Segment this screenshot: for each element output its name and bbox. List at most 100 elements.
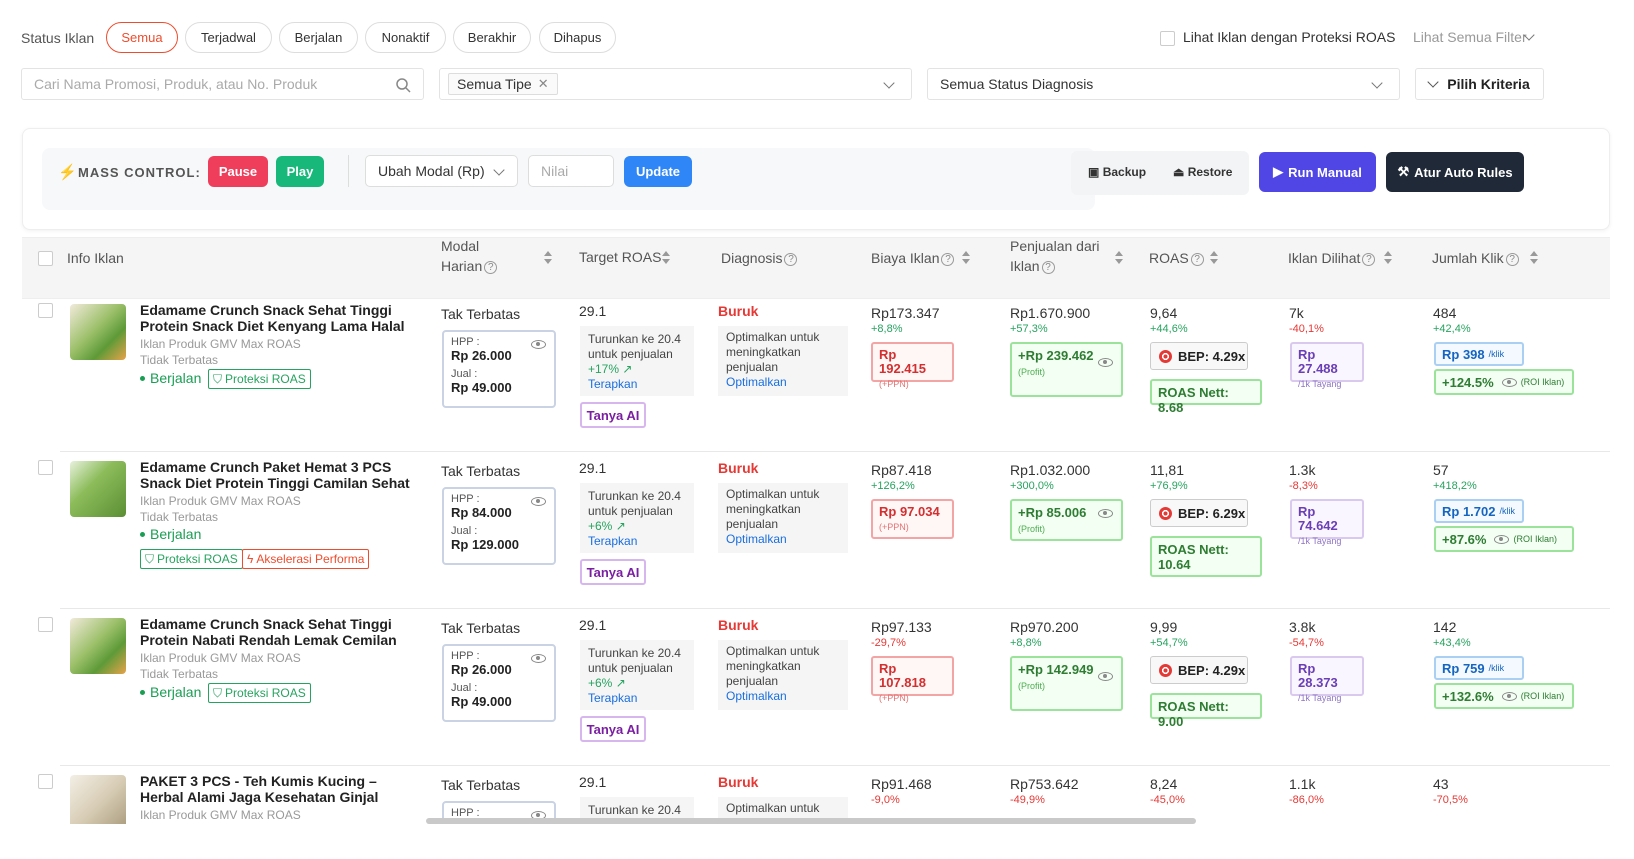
restore-button[interactable]: ⏏ Restore <box>1173 165 1232 179</box>
product-image[interactable] <box>70 461 126 517</box>
ad-type: Iklan Produk GMV Max ROAS <box>140 808 301 822</box>
target-icon <box>1159 506 1172 520</box>
eye-icon[interactable] <box>1501 691 1517 701</box>
modal-select[interactable]: Ubah Modal (Rp) <box>365 155 518 187</box>
product-title[interactable]: Edamame Crunch Snack Sehat Tinggi Protei… <box>140 616 420 648</box>
pill-nonaktif[interactable]: Nonaktif <box>365 22 446 53</box>
klik-pct: +418,2% <box>1433 480 1477 492</box>
backup-button[interactable]: ▣ Backup <box>1088 165 1146 179</box>
jual-label: Jual : <box>451 368 478 380</box>
modal-value: Tak Terbatas <box>441 463 521 479</box>
pill-terjadwal[interactable]: Terjadwal <box>185 22 272 53</box>
apply-link[interactable]: Terapkan <box>588 377 637 391</box>
header-klik[interactable]: Jumlah Klik? <box>1432 248 1519 268</box>
klik-value: 484 <box>1433 305 1457 321</box>
help-icon: ? <box>1041 260 1055 274</box>
update-button[interactable]: Update <box>624 156 692 187</box>
upload-icon: ⏏ <box>1173 165 1185 179</box>
roas-protection-badge: ⛉ Proteksi ROAS <box>140 549 243 569</box>
ppn-note: (+PPN) <box>879 693 909 703</box>
cpm-note: /1k Tayang <box>1298 536 1342 546</box>
product-image[interactable] <box>70 618 126 674</box>
apply-link[interactable]: Terapkan <box>588 534 637 548</box>
penjualan-pct: +57,3% <box>1010 323 1048 335</box>
select-all-checkbox[interactable] <box>38 251 53 266</box>
product-image[interactable] <box>70 775 126 831</box>
row-checkbox[interactable] <box>38 617 53 632</box>
type-chip[interactable]: Semua Tipe ✕ <box>448 73 558 95</box>
apply-link[interactable]: Terapkan <box>588 691 637 705</box>
pill-dihapus[interactable]: Dihapus <box>539 22 616 53</box>
status-badge: Berjalan <box>140 526 201 542</box>
eye-icon[interactable] <box>1098 672 1113 681</box>
header-penjualan[interactable]: Penjualan dari Iklan? <box>1010 236 1100 276</box>
ask-ai-button[interactable]: Tanya AI <box>580 716 646 742</box>
eye-icon[interactable] <box>531 654 546 663</box>
help-icon: ? <box>784 252 798 266</box>
eye-icon[interactable] <box>1494 534 1510 544</box>
eye-icon[interactable] <box>531 340 546 349</box>
target-suggestion: Turunkan ke 20.4 untuk penjualan +6% ↗ T… <box>580 640 694 710</box>
pill-berakhir[interactable]: Berakhir <box>453 22 531 53</box>
header-biaya[interactable]: Biaya Iklan? <box>871 248 955 268</box>
target-suggestion: Turunkan ke 20.4 untuk penjualan +6% ↗ T… <box>580 483 694 553</box>
target-roas: 29.1 <box>579 460 607 476</box>
eye-icon[interactable] <box>1098 358 1113 367</box>
eye-icon[interactable] <box>531 497 546 506</box>
close-icon[interactable]: ✕ <box>538 76 549 92</box>
optimize-link[interactable]: Optimalkan <box>726 375 787 389</box>
ask-ai-button[interactable]: Tanya AI <box>580 559 646 585</box>
arrow-up-icon: ↗ <box>612 519 626 533</box>
sort-icon[interactable] <box>1210 251 1218 265</box>
run-manual-button[interactable]: ▶ Run Manual <box>1259 152 1376 192</box>
header-modal-line2: Harian <box>441 258 483 274</box>
cpc-note: /klik <box>1499 506 1515 516</box>
pause-button[interactable]: Pause <box>208 156 268 187</box>
pill-semua[interactable]: Semua <box>106 22 178 53</box>
auto-rules-button[interactable]: ⚒ Atur Auto Rules <box>1386 152 1524 192</box>
type-select[interactable]: Semua Tipe ✕ <box>439 68 912 100</box>
roas-protection-checkbox[interactable] <box>1160 31 1175 46</box>
play-icon: ▶ <box>1273 164 1284 179</box>
profit-note: (Profit) <box>1018 681 1045 691</box>
diagnosis-select[interactable]: Semua Status Diagnosis <box>927 68 1400 100</box>
product-title[interactable]: Edamame Crunch Snack Sehat Tinggi Protei… <box>140 302 420 334</box>
product-image[interactable] <box>70 304 126 360</box>
row-checkbox[interactable] <box>38 774 53 789</box>
diagnosis-note: Optimalkan untuk meningkatkan penjualan <box>726 644 820 688</box>
optimize-link[interactable]: Optimalkan <box>726 532 787 546</box>
optimize-link[interactable]: Optimalkan <box>726 689 787 703</box>
sort-icon[interactable] <box>544 251 552 265</box>
header-target[interactable]: Target ROAS <box>579 247 661 267</box>
header-dilihat[interactable]: Iklan Dilihat? <box>1288 248 1376 268</box>
sort-icon[interactable] <box>662 251 670 265</box>
table-row: Edamame Crunch Snack Sehat Tinggi Protei… <box>22 602 1610 766</box>
header-modal[interactable]: Modal Harian? <box>441 236 498 276</box>
row-checkbox[interactable] <box>38 303 53 318</box>
row-checkbox[interactable] <box>38 460 53 475</box>
pill-berjalan[interactable]: Berjalan <box>279 22 358 53</box>
roi-value: +87.6% <box>1442 531 1487 547</box>
all-filter-link[interactable]: Lihat Semua Filter <box>1413 29 1527 45</box>
product-title[interactable]: Edamame Crunch Paket Hemat 3 PCS Snack D… <box>140 459 420 491</box>
product-title[interactable]: PAKET 3 PCS - Teh Kumis Kucing – Herbal … <box>140 773 420 805</box>
eye-icon[interactable] <box>1501 377 1517 387</box>
sort-icon[interactable] <box>962 251 970 265</box>
dilihat-pct: -8,3% <box>1289 480 1318 492</box>
eye-icon[interactable] <box>1098 509 1113 518</box>
sort-icon[interactable] <box>1384 251 1392 265</box>
criteria-button[interactable]: Pilih Kriteria <box>1415 68 1544 100</box>
type-chip-label: Semua Tipe <box>457 76 532 92</box>
sort-icon[interactable] <box>1530 251 1538 265</box>
header-roas[interactable]: ROAS? <box>1149 248 1204 268</box>
sort-icon[interactable] <box>1115 251 1123 265</box>
roi-note: (ROI Iklan) <box>1520 377 1565 387</box>
diagnosis-note: Optimalkan untuk meningkatkan penjualan <box>726 330 820 374</box>
biaya-pct: +126,2% <box>871 480 915 492</box>
ask-ai-button[interactable]: Tanya AI <box>580 402 646 428</box>
cpm-note: /1k Tayang <box>1298 379 1342 389</box>
roas-value: 9,99 <box>1150 619 1178 635</box>
play-button[interactable]: Play <box>276 156 324 187</box>
value-input[interactable]: Nilai <box>528 155 614 187</box>
search-input[interactable]: Cari Nama Promosi, Produk, atau No. Prod… <box>21 68 424 100</box>
